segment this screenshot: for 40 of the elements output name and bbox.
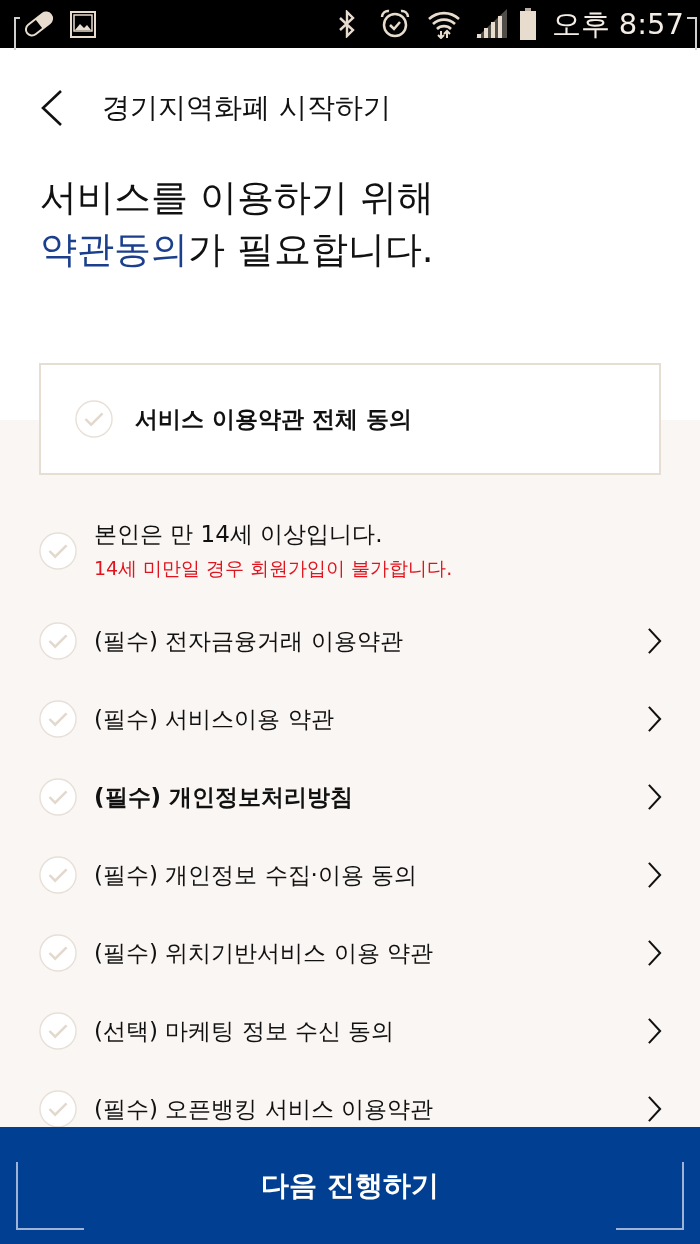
image-icon [70,10,96,38]
terms-label: 본인은 만 14세 이상입니다. [94,520,383,549]
checkmark-circle-icon[interactable] [39,1012,77,1050]
chevron-right-icon[interactable] [647,705,662,733]
chevron-right-icon[interactable] [647,861,662,889]
checkmark-circle-icon[interactable] [75,400,113,438]
chevron-right-icon[interactable] [647,1017,662,1045]
terms-label[interactable]: (필수) 위치기반서비스 이용 약관 [94,936,433,970]
status-time: 오후 8:57 [551,7,684,41]
terms-label[interactable]: (선택) 마케팅 정보 수신 동의 [94,1014,395,1048]
agree-all-box[interactable]: 서비스 이용약관 전체 동의 [39,363,661,475]
chevron-right-icon[interactable] [647,783,662,811]
wifi-icon [426,9,461,39]
terms-label[interactable]: (필수) 서비스이용 약관 [94,702,334,736]
checkmark-circle-icon[interactable] [39,934,77,972]
terms-label[interactable]: (필수) 개인정보 수집·이용 동의 [94,858,418,892]
chevron-right-icon[interactable] [647,1095,662,1123]
checkmark-circle-icon[interactable] [39,778,77,816]
signal-icon [474,9,507,39]
checkmark-circle-icon[interactable] [39,532,77,570]
bluetooth-icon [337,10,356,38]
chevron-left-icon [40,89,64,127]
agree-all-label: 서비스 이용약관 전체 동의 [135,404,413,434]
chevron-right-icon[interactable] [647,939,662,967]
page-title: 경기지역화폐 시작하기 [102,90,391,126]
checkmark-circle-icon[interactable] [39,700,77,738]
terms-label[interactable]: (필수) 오픈뱅킹 서비스 이용약관 [94,1092,433,1126]
corner-bracket-icon [616,1162,684,1230]
headline-text: 서비스를 이용하기 위해 약관동의가 필요합니다. [40,175,434,273]
warning-note: 14세 미만일 경우 회원가입이 불가합니다. [94,556,453,581]
checkmark-circle-icon[interactable] [39,856,77,894]
battery-icon [519,8,536,40]
chevron-right-icon[interactable] [647,627,662,655]
terms-label[interactable]: (필수) 개인정보처리방침 [94,780,354,814]
corner-bracket-icon [16,1162,84,1230]
back-button[interactable] [40,89,64,127]
alarm-clock-icon [379,9,410,39]
checkmark-circle-icon[interactable] [39,622,77,660]
terms-label[interactable]: (필수) 전자금융거래 이용약관 [94,624,403,658]
pill-icon [22,11,56,37]
